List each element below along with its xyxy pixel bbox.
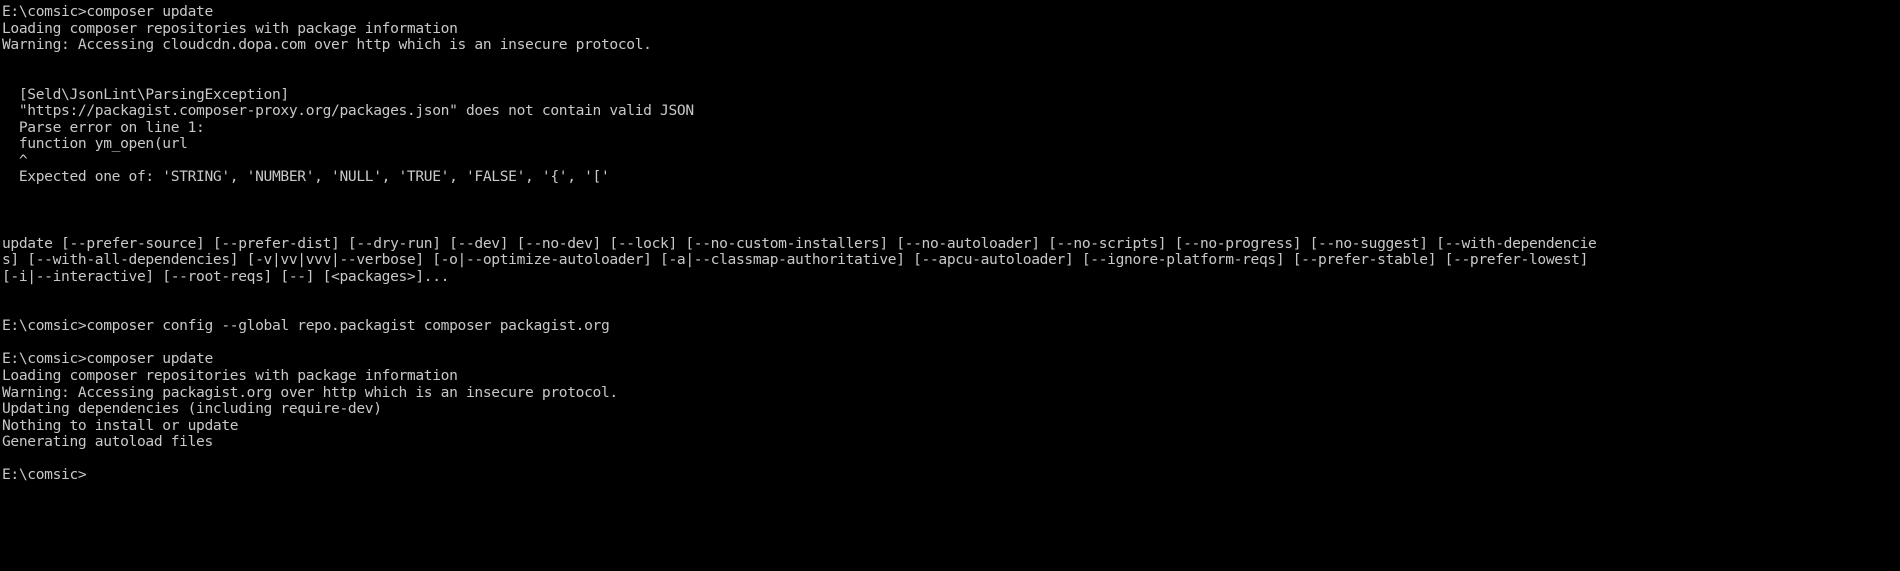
terminal-line: "https://packagist.composer-proxy.org/pa… [2,102,694,120]
terminal-line: Loading composer repositories with packa… [2,367,458,385]
terminal-line: Updating dependencies (including require… [2,400,382,418]
terminal-line: [-i|--interactive] [--root-reqs] [--] [<… [2,267,450,285]
terminal-line: Warning: Accessing cloudcdn.dopa.com ove… [2,36,652,54]
terminal-line: E:\comsic>composer update [2,3,213,20]
terminal-line: Expected one of: 'STRING', 'NUMBER', 'NU… [2,168,610,186]
terminal-line: Loading composer repositories with packa… [2,19,458,37]
terminal-line: update [--prefer-source] [--prefer-dist]… [2,234,1597,252]
terminal-line: [Seld\JsonLint\ParsingException] [2,85,289,103]
terminal-line: s] [--with-all-dependencies] [-v|vv|vvv|… [2,251,1589,269]
terminal-window[interactable]: E:\comsic>composer update Loading compose… [0,0,1900,571]
terminal-line: Parse error on line 1: [2,118,205,136]
terminal-line: E:\comsic>composer update [2,350,213,368]
terminal-line: Warning: Accessing packagist.org over ht… [2,383,618,401]
terminal-line: function ym_open(url [2,135,188,153]
terminal-line: Nothing to install or update [2,416,239,434]
terminal-line: ^ [2,151,28,169]
terminal-line: Generating autoload files [2,433,213,451]
terminal-line: E:\comsic> [2,466,87,484]
terminal-line: E:\comsic>composer config --global repo.… [2,317,610,335]
